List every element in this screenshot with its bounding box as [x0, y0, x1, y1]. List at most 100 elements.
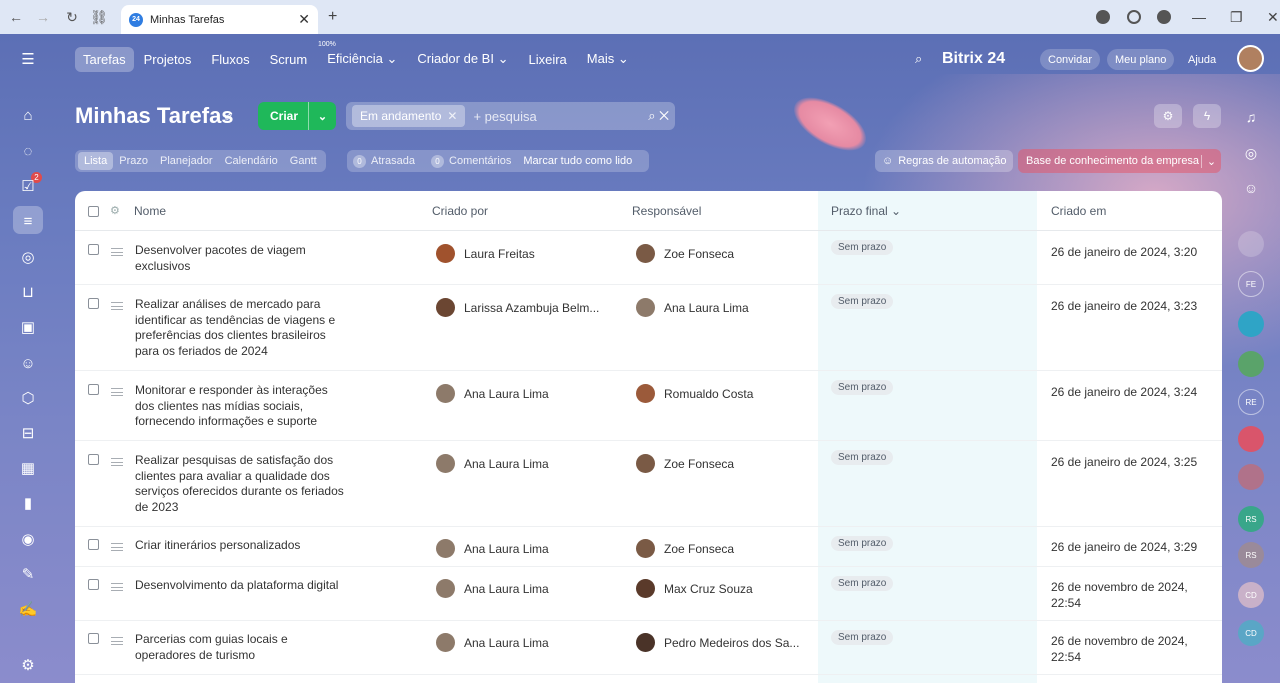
- download-icon[interactable]: [1096, 10, 1110, 24]
- chat-avatar[interactable]: RS: [1238, 506, 1264, 532]
- knowledge-base-button[interactable]: Base de conhecimento da empresa ⌄: [1018, 149, 1221, 173]
- deadline-badge[interactable]: Sem prazo: [831, 294, 894, 309]
- deadline-badge[interactable]: Sem prazo: [831, 240, 894, 255]
- menu-bi-builder[interactable]: Criador de BI ⌄: [417, 51, 508, 67]
- settings-button[interactable]: ⚙: [1154, 104, 1182, 128]
- menu-tasks[interactable]: Tarefas: [75, 46, 134, 72]
- automation-rules-button[interactable]: ☺ Regras de automação: [875, 150, 1014, 172]
- task-name[interactable]: Monitorar e responder às interações dos …: [135, 383, 350, 430]
- maximize-icon[interactable]: ❐: [1230, 9, 1243, 26]
- drag-handle-icon[interactable]: [111, 388, 123, 396]
- overdue-label[interactable]: Atrasada: [371, 155, 415, 167]
- target-icon[interactable]: ◎: [19, 248, 37, 266]
- home-icon[interactable]: ⌂: [19, 106, 37, 124]
- contact-card-icon[interactable]: ▣: [19, 318, 37, 336]
- row-checkbox[interactable]: [88, 539, 99, 550]
- chevron-down-icon[interactable]: ⌄: [308, 102, 336, 130]
- drag-handle-icon[interactable]: [111, 302, 123, 310]
- tab-deadline[interactable]: Prazo: [113, 152, 154, 170]
- calendar-icon[interactable]: ▦: [19, 459, 37, 477]
- cloud-icon[interactable]: [1157, 10, 1171, 24]
- responsible[interactable]: Zoe Fonseca: [636, 539, 734, 558]
- select-all-checkbox[interactable]: [88, 206, 99, 217]
- pin-icon[interactable]: ✐: [224, 111, 233, 124]
- database-icon[interactable]: ⊟: [19, 424, 37, 442]
- copilot-icon[interactable]: ◎: [1238, 140, 1264, 166]
- menu-more[interactable]: Mais ⌄: [587, 51, 629, 67]
- task-name[interactable]: Desenvolver pacotes de viagem exclusivos: [135, 243, 350, 274]
- creator[interactable]: Ana Laura Lima: [436, 539, 549, 558]
- row-checkbox[interactable]: [88, 244, 99, 255]
- create-button[interactable]: Criar ⌄: [258, 102, 336, 130]
- drag-handle-icon[interactable]: [111, 248, 123, 256]
- remove-filter-icon[interactable]: ✕: [447, 109, 457, 123]
- lightning-button[interactable]: ϟ: [1193, 104, 1221, 128]
- menu-flows[interactable]: Fluxos: [211, 52, 249, 67]
- analytics-icon[interactable]: ▮: [19, 494, 37, 512]
- browser-tab[interactable]: 24 Minhas Tarefas ✕: [121, 5, 318, 34]
- search-input[interactable]: + pesquisa: [473, 109, 536, 124]
- row-checkbox[interactable]: [88, 633, 99, 644]
- table-row[interactable]: Realizar pesquisas de satisfação dos cli…: [75, 441, 1222, 527]
- chat-icon[interactable]: ◌: [19, 142, 37, 160]
- chat-avatar[interactable]: RS: [1238, 542, 1264, 568]
- filter-icon[interactable]: ≡: [19, 212, 37, 230]
- help-button[interactable]: Ajuda: [1180, 49, 1224, 70]
- creator[interactable]: Ana Laura Lima: [436, 454, 549, 473]
- chevron-down-icon[interactable]: ⌄: [1201, 154, 1221, 168]
- row-checkbox[interactable]: [88, 384, 99, 395]
- table-row[interactable]: Criar itinerários personalizados Ana Lau…: [75, 527, 1222, 567]
- header-deadline[interactable]: Prazo final ⌄: [831, 204, 901, 218]
- row-checkbox[interactable]: [88, 454, 99, 465]
- responsible[interactable]: Romualdo Costa: [636, 384, 753, 403]
- drag-handle-icon[interactable]: [111, 543, 123, 551]
- edit-doc-icon[interactable]: ✎: [19, 565, 37, 583]
- search-filter[interactable]: Em andamento ✕ + pesquisa ⌕ ✕: [346, 102, 675, 130]
- back-icon[interactable]: ←: [8, 9, 24, 25]
- mark-all-read-button[interactable]: Marcar tudo como lido: [523, 155, 632, 167]
- tab-gantt[interactable]: Gantt: [284, 152, 323, 170]
- chat-avatar[interactable]: [1238, 351, 1264, 377]
- gear-icon[interactable]: ⚙: [19, 656, 37, 674]
- user-avatar[interactable]: [1237, 45, 1264, 72]
- cart-icon[interactable]: ⊔: [19, 283, 37, 301]
- bell-icon[interactable]: ♫: [1238, 104, 1264, 130]
- close-window-icon[interactable]: ✕: [1267, 9, 1279, 26]
- settings-circle-icon[interactable]: ◉: [19, 530, 37, 548]
- creator[interactable]: Larissa Azambuja Belm...: [436, 298, 599, 317]
- table-row[interactable]: Desenvolvimento da plataforma digital An…: [75, 567, 1222, 621]
- header-name[interactable]: Nome: [134, 204, 166, 218]
- chat-avatar[interactable]: CD: [1238, 620, 1264, 646]
- chat-avatar[interactable]: [1238, 311, 1264, 337]
- creator[interactable]: Ana Laura Lima: [436, 579, 549, 598]
- chat-avatar[interactable]: RE: [1238, 389, 1264, 415]
- task-name[interactable]: Parcerias com guias locais e operadores …: [135, 632, 350, 663]
- tab-calendar[interactable]: Calendário: [219, 152, 284, 170]
- history-icon[interactable]: [1127, 10, 1141, 24]
- responsible[interactable]: Max Cruz Souza: [636, 579, 753, 598]
- responsible[interactable]: Zoe Fonseca: [636, 454, 734, 473]
- comments-label[interactable]: Comentários: [449, 155, 511, 167]
- tab-list[interactable]: Lista: [78, 152, 114, 170]
- task-name[interactable]: Realizar pesquisas de satisfação dos cli…: [135, 453, 350, 515]
- table-row[interactable]: Parcerias com guias locais e operadores …: [75, 621, 1222, 675]
- creator[interactable]: Laura Freitas: [436, 244, 535, 263]
- task-name[interactable]: Realizar análises de mercado para identi…: [135, 297, 350, 359]
- robot-icon[interactable]: ☺: [19, 354, 37, 372]
- new-tab-icon[interactable]: +: [328, 8, 337, 26]
- chat-avatar[interactable]: FE: [1238, 271, 1264, 297]
- drag-handle-icon[interactable]: [111, 583, 123, 591]
- responsible[interactable]: Zoe Fonseca: [636, 244, 734, 263]
- deadline-badge[interactable]: Sem prazo: [831, 630, 894, 645]
- chat-avatar[interactable]: CD: [1238, 582, 1264, 608]
- sign-icon[interactable]: ✍: [19, 600, 38, 618]
- responsible[interactable]: Ana Laura Lima: [636, 298, 749, 317]
- reload-icon[interactable]: ↻: [64, 9, 80, 25]
- chat-avatar[interactable]: [1238, 426, 1264, 452]
- search-clear-icons[interactable]: ⌕ ✕: [648, 108, 669, 124]
- menu-scrum[interactable]: Scrum: [270, 52, 308, 67]
- deadline-badge[interactable]: Sem prazo: [831, 536, 894, 551]
- menu-trash[interactable]: Lixeira: [528, 52, 566, 67]
- deadline-badge[interactable]: Sem prazo: [831, 576, 894, 591]
- creator[interactable]: Ana Laura Lima: [436, 384, 549, 403]
